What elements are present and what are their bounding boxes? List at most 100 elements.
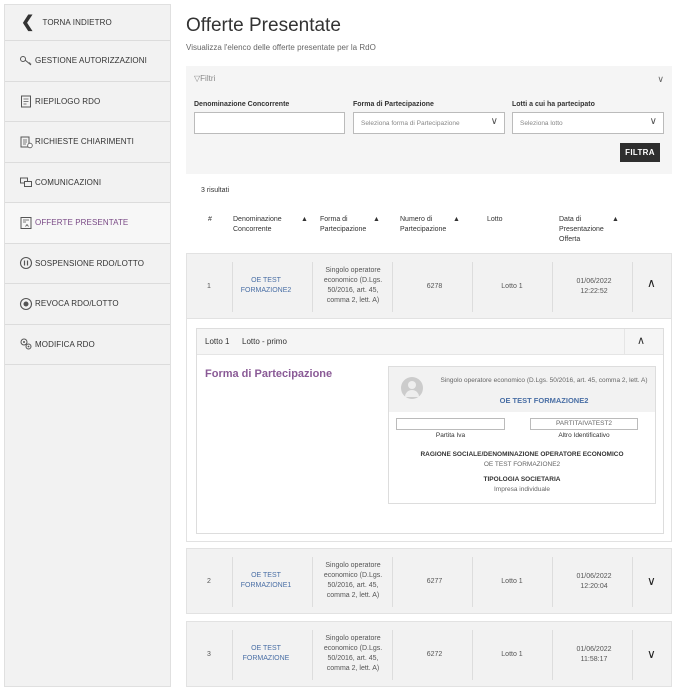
operator-name: OE TEST FORMAZIONE2: [499, 396, 589, 405]
section-title: Forma di Partecipazione: [205, 368, 333, 380]
filtra-button[interactable]: FILTRA: [620, 143, 660, 162]
row-num: 2: [207, 578, 211, 585]
row-num: 3: [207, 651, 211, 658]
cell-divider: [552, 262, 553, 312]
denominazione-input[interactable]: [194, 112, 345, 134]
chevron-up-icon[interactable]: ∧: [637, 334, 645, 347]
row-forma: Singolo operatore economico (D.Lgs. 50/2…: [323, 562, 383, 599]
results-count: 3 risultati: [201, 187, 230, 194]
pause-icon: [19, 257, 33, 270]
page-subtitle: Visualizza l'elenco delle offerte presen…: [186, 43, 376, 52]
header-data[interactable]: Data di Presentazione Offerta ▲: [559, 215, 619, 245]
ragione-sociale-label: RAGIONE SOCIALE/DENOMINAZIONE OPERATORE …: [420, 451, 624, 458]
row-numero: 6278: [426, 283, 443, 290]
row-data: 01/06/2022: [576, 646, 612, 653]
lotto-detail: Lotto 1 Lotto - primo ∧ Forma di Parteci…: [196, 328, 664, 534]
chevron-down-icon[interactable]: ∨: [647, 647, 656, 661]
table-row[interactable]: 3 OE TEST FORMAZIONE Singolo operatore e…: [186, 621, 672, 687]
denominazione-label: Denominazione Concorrente: [194, 101, 290, 108]
row-denominazione-link[interactable]: OE TEST FORMAZIONE2: [237, 276, 295, 296]
table-row[interactable]: 2 OE TEST FORMAZIONE1 Singolo operatore …: [186, 548, 672, 614]
row-ora: 12:20:04: [580, 583, 608, 590]
sidebar-item-richieste-chiarimenti[interactable]: RICHIESTE CHIARIMENTI: [5, 122, 170, 163]
sidebar-item-label: RICHIESTE CHIARIMENTI: [35, 137, 134, 147]
sidebar-item-comunicazioni[interactable]: COMUNICAZIONI: [5, 163, 170, 203]
sort-icon: ▲: [301, 216, 308, 223]
filter-title[interactable]: ▽Filtri: [194, 74, 215, 83]
altro-identificativo-value: PARTITAIVATEST2: [530, 418, 638, 430]
gears-icon: [20, 338, 32, 350]
operator-card-header: Singolo operatore economico (D.Lgs. 50/2…: [389, 367, 655, 412]
lotti-select-placeholder: Seleziona lotto: [520, 120, 563, 127]
header-forma[interactable]: Forma di Partecipazione ▲: [320, 215, 380, 235]
chevron-up-icon[interactable]: ∧: [647, 276, 656, 290]
sidebar-item-label: OFFERTE PRESENTATE: [35, 218, 129, 228]
lotti-select[interactable]: Seleziona lotto ∨: [512, 112, 664, 134]
messages-icon: [20, 177, 32, 188]
cell-divider: [312, 630, 313, 680]
cell-divider: [552, 630, 553, 680]
page-title: Offerte Presentate: [186, 15, 341, 36]
lotto-label: Lotto 1: [205, 337, 230, 346]
row-data: 01/06/2022: [576, 573, 612, 580]
ragione-sociale-value: OE TEST FORMAZIONE2: [483, 461, 561, 468]
row-lotto: Lotto 1: [501, 283, 523, 290]
row-forma: Singolo operatore economico (D.Lgs. 50/2…: [323, 635, 383, 672]
row-numero: 6277: [426, 578, 443, 585]
cell-divider: [632, 557, 633, 607]
sidebar-item-label: RIEPILOGO RDO: [35, 96, 101, 106]
sidebar-item-modifica-rdo[interactable]: MODIFICA RDO: [5, 325, 170, 365]
cell-divider: [232, 557, 233, 607]
row-ora: 11:58:17: [580, 656, 608, 663]
row-lotto: Lotto 1: [501, 651, 523, 658]
chevron-down-icon: ∨: [490, 116, 498, 127]
cell-divider: [312, 262, 313, 312]
forma-select-placeholder: Seleziona forma di Partecipazione: [361, 120, 460, 127]
document-question-icon: [20, 136, 33, 148]
sidebar-item-offerte-presentate[interactable]: OFFERTE PRESENTATE: [5, 203, 170, 244]
lotto-header[interactable]: Lotto 1 Lotto - primo ∧: [197, 329, 663, 355]
cell-divider: [472, 630, 473, 680]
chevron-left-icon: ❮: [21, 13, 35, 31]
row-num: 1: [207, 283, 211, 290]
row-denominazione-link[interactable]: OE TEST FORMAZIONE1: [237, 571, 295, 591]
partita-iva-value: [396, 418, 505, 430]
header-forma-label: Forma di Partecipazione: [320, 216, 367, 233]
avatar: [401, 377, 423, 399]
header-numero[interactable]: Numero di Partecipazione ▲: [400, 215, 460, 235]
header-data-label: Data di Presentazione Offerta: [559, 216, 604, 243]
filter-title-label: Filtri: [200, 74, 216, 83]
row-lotto: Lotto 1: [501, 578, 523, 585]
altro-identificativo-label: Altro Identificativo: [558, 432, 610, 439]
back-button[interactable]: ❮ TORNA INDIETRO: [5, 5, 170, 41]
cell-divider: [632, 630, 633, 680]
cell-divider: [392, 557, 393, 607]
sidebar-item-label: GESTIONE AUTORIZZAZIONI: [35, 56, 147, 66]
sidebar: ❮ TORNA INDIETRO GESTIONE AUTORIZZAZIONI…: [4, 4, 171, 687]
chevron-down-icon[interactable]: ∨: [647, 574, 656, 588]
header-num: #: [208, 216, 212, 223]
chevron-down-icon: ∨: [649, 116, 657, 127]
sidebar-item-revoca-rdo-lotto[interactable]: REVOCA RDO/LOTTO: [5, 284, 170, 325]
filter-panel: ▽Filtri ∨ Denominazione Concorrente Form…: [186, 66, 672, 174]
header-numero-label: Numero di Partecipazione: [400, 216, 447, 233]
sidebar-item-label: COMUNICAZIONI: [35, 177, 102, 187]
sidebar-item-gestione-autorizzazioni[interactable]: GESTIONE AUTORIZZAZIONI: [5, 41, 170, 82]
lotto-name: Lotto - primo: [242, 337, 287, 346]
row-forma: Singolo operatore economico (D.Lgs. 50/2…: [323, 267, 383, 304]
chevron-down-icon[interactable]: ∨: [657, 74, 664, 85]
clipboard-icon: [21, 95, 31, 108]
cell-divider: [472, 262, 473, 312]
forma-select[interactable]: Seleziona forma di Partecipazione ∨: [353, 112, 505, 134]
row-denominazione-link[interactable]: OE TEST FORMAZIONE: [237, 644, 295, 664]
sidebar-item-sospensione-rdo-lotto[interactable]: SOSPENSIONE RDO/LOTTO: [5, 244, 170, 284]
operator-card: Singolo operatore economico (D.Lgs. 50/2…: [388, 366, 656, 504]
row-detail-panel: Lotto 1 Lotto - primo ∧ Forma di Parteci…: [186, 318, 672, 542]
header-denominazione[interactable]: Denominazione Concorrente ▲: [233, 215, 308, 235]
lotti-label: Lotti a cui ha partecipato: [512, 101, 595, 108]
sidebar-item-riepilogo-rdo[interactable]: RIEPILOGO RDO: [5, 82, 170, 122]
table-row[interactable]: 1 OE TEST FORMAZIONE2 Singolo operatore …: [186, 253, 672, 319]
cell-divider: [312, 557, 313, 607]
row-data: 01/06/2022: [576, 278, 612, 285]
keys-icon: [20, 55, 32, 66]
